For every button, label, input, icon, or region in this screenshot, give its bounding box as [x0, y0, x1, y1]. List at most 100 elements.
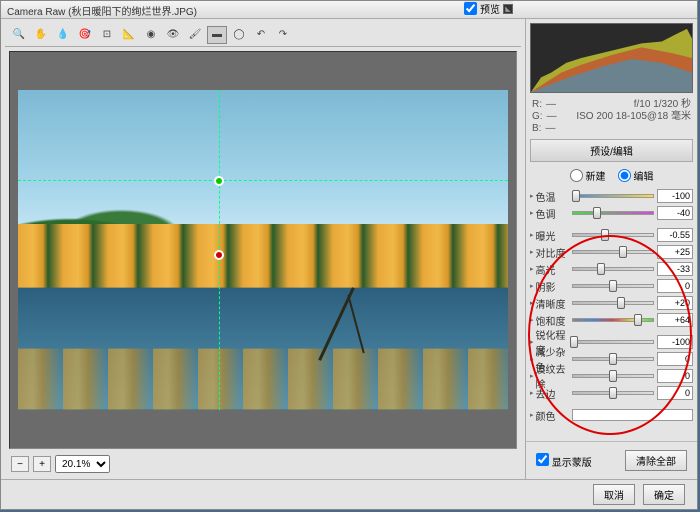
slider-value-input[interactable]: [657, 352, 693, 366]
clear-all-button[interactable]: 清除全部: [625, 450, 687, 471]
disclosure-icon[interactable]: ▸: [530, 316, 534, 324]
slider-exposure: ▸曝光: [530, 227, 693, 243]
preview-checkbox-group[interactable]: 预览 ◣: [464, 1, 513, 16]
slider-label: ▸色调: [530, 206, 572, 221]
slider-clarity: ▸清晰度: [530, 295, 693, 311]
rotate-ccw-tool[interactable]: ↶: [251, 26, 271, 44]
slider-thumb[interactable]: [609, 370, 617, 382]
slider-highlights: ▸高光: [530, 261, 693, 277]
gradient-handle-end[interactable]: [214, 250, 224, 260]
slider-thumb[interactable]: [609, 387, 617, 399]
slider-label: ▸颜色: [530, 408, 572, 423]
slider-value-input[interactable]: [657, 189, 693, 203]
slider-value-input[interactable]: [657, 335, 693, 349]
slider-thumb[interactable]: [609, 353, 617, 365]
disclosure-icon[interactable]: ▸: [530, 231, 534, 239]
slider-thumb[interactable]: [572, 190, 580, 202]
slider-saturation: ▸饱和度: [530, 312, 693, 328]
brush-tool[interactable]: 🖌: [185, 26, 205, 44]
slider-track[interactable]: [572, 262, 654, 276]
slider-track[interactable]: [572, 228, 654, 242]
radio-new[interactable]: 新建: [570, 168, 606, 183]
slider-value-input[interactable]: [657, 296, 693, 310]
spot-tool[interactable]: ◉: [141, 26, 161, 44]
left-pane: 🔍✋💧🎯⊡📐◉👁🖌▬◯↶↷ 预览 ◣ − + 20.1%: [1, 19, 525, 479]
slider-thumb[interactable]: [597, 263, 605, 275]
zoom-out-button[interactable]: −: [11, 456, 29, 472]
histogram-clip-left-icon[interactable]: ◣: [503, 4, 513, 14]
window-title: Camera Raw (秋日暖阳下的绚烂世界.JPG): [7, 7, 197, 18]
radio-edit[interactable]: 编辑: [618, 168, 654, 183]
slider-value-input[interactable]: [657, 386, 693, 400]
slider-value-input[interactable]: [657, 228, 693, 242]
preview-label: 预览: [480, 1, 500, 16]
preview-checkbox[interactable]: [464, 2, 477, 15]
rotate-cw-tool[interactable]: ↷: [273, 26, 293, 44]
disclosure-icon[interactable]: ▸: [530, 389, 534, 397]
color-swatch[interactable]: [572, 409, 693, 421]
guide-horizontal[interactable]: [18, 180, 508, 181]
slider-shadows: ▸阴影: [530, 278, 693, 294]
slider-value-input[interactable]: [657, 206, 693, 220]
slider-track[interactable]: [572, 279, 654, 293]
zoom-in-button[interactable]: +: [33, 456, 51, 472]
zoom-bar: − + 20.1%: [5, 453, 521, 475]
slider-value-input[interactable]: [657, 245, 693, 259]
disclosure-icon[interactable]: ▸: [530, 411, 534, 419]
slider-track[interactable]: [572, 352, 654, 366]
image-preview-area[interactable]: [9, 51, 517, 449]
slider-track[interactable]: [572, 335, 654, 349]
histogram[interactable]: [530, 23, 693, 93]
straighten-tool[interactable]: 📐: [119, 26, 139, 44]
slider-value-input[interactable]: [657, 369, 693, 383]
slider-moire: ▸波纹去除: [530, 368, 693, 384]
disclosure-icon[interactable]: ▸: [530, 265, 534, 273]
disclosure-icon[interactable]: ▸: [530, 282, 534, 290]
slider-label: ▸高光: [530, 262, 572, 277]
slider-label: ▸对比度: [530, 245, 572, 260]
slider-track[interactable]: [572, 245, 654, 259]
slider-value-input[interactable]: [657, 279, 693, 293]
slider-thumb[interactable]: [570, 336, 578, 348]
slider-value-input[interactable]: [657, 313, 693, 327]
slider-value-input[interactable]: [657, 262, 693, 276]
slider-thumb[interactable]: [601, 229, 609, 241]
slider-label: ▸清晰度: [530, 296, 572, 311]
hand-tool[interactable]: ✋: [31, 26, 51, 44]
show-mask-checkbox[interactable]: 显示蒙版: [536, 453, 592, 469]
gradient-tool[interactable]: ▬: [207, 26, 227, 44]
slider-thumb[interactable]: [617, 297, 625, 309]
slider-track[interactable]: [572, 313, 654, 327]
slider-track[interactable]: [572, 386, 654, 400]
zoom-select[interactable]: 20.1%: [55, 455, 110, 473]
eyedropper-tool[interactable]: 💧: [53, 26, 73, 44]
redeye-tool[interactable]: 👁: [163, 26, 183, 44]
disclosure-icon[interactable]: ▸: [530, 248, 534, 256]
sampler-tool[interactable]: 🎯: [75, 26, 95, 44]
slider-tint: ▸色调: [530, 205, 693, 221]
slider-track[interactable]: [572, 189, 654, 203]
slider-track[interactable]: [572, 369, 654, 383]
slider-track[interactable]: [572, 296, 654, 310]
radial-tool[interactable]: ◯: [229, 26, 249, 44]
slider-thumb[interactable]: [593, 207, 601, 219]
slider-temp: ▸色温: [530, 188, 693, 204]
slider-thumb[interactable]: [609, 280, 617, 292]
gradient-handle-start[interactable]: [214, 176, 224, 186]
body: 🔍✋💧🎯⊡📐◉👁🖌▬◯↶↷ 预览 ◣ − + 20.1% R:—f/10 1/3…: [1, 19, 697, 479]
zoom-tool[interactable]: 🔍: [9, 26, 29, 44]
right-panel: R:—f/10 1/320 秒 G:—ISO 200 18-105@18 毫米 …: [525, 19, 697, 479]
dialog-footer: 取消 确定: [1, 479, 697, 509]
disclosure-icon[interactable]: ▸: [530, 192, 534, 200]
slider-thumb[interactable]: [634, 314, 642, 326]
disclosure-icon[interactable]: ▸: [530, 209, 534, 217]
crop-tool[interactable]: ⊡: [97, 26, 117, 44]
disclosure-icon[interactable]: ▸: [530, 372, 534, 380]
panel-footer: 显示蒙版 清除全部: [526, 441, 697, 479]
slider-track[interactable]: [572, 206, 654, 220]
ok-button[interactable]: 确定: [643, 484, 685, 505]
adjustments-panel-title: 预设/编辑: [530, 139, 693, 162]
disclosure-icon[interactable]: ▸: [530, 299, 534, 307]
cancel-button[interactable]: 取消: [593, 484, 635, 505]
slider-thumb[interactable]: [619, 246, 627, 258]
